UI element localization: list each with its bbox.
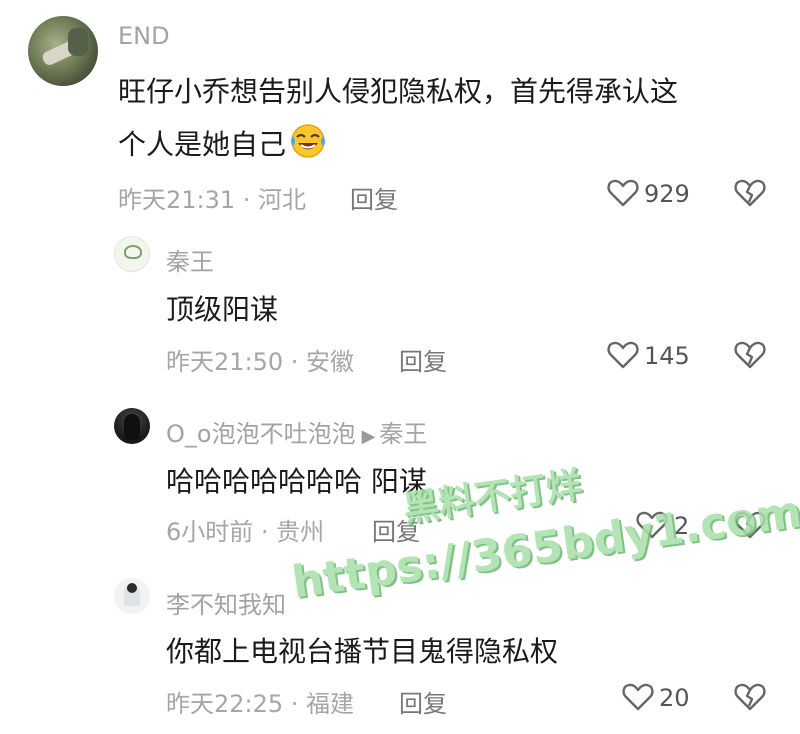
reply-button[interactable]: 回复 bbox=[399, 342, 447, 377]
watermark-url: https://365bdy1.com bbox=[288, 486, 800, 609]
broken-heart-icon[interactable] bbox=[734, 340, 766, 370]
comment-text-line: 个人是她自己 bbox=[118, 128, 287, 161]
broken-heart-icon[interactable] bbox=[734, 682, 766, 712]
like-count: 145 bbox=[644, 342, 690, 370]
reply-button[interactable]: 回复 bbox=[399, 684, 447, 719]
watermark-text: 黑料不打烊 bbox=[400, 464, 585, 531]
username[interactable]: 秦王 bbox=[166, 242, 214, 277]
heart-outline-icon[interactable] bbox=[607, 340, 639, 370]
broken-heart-icon[interactable] bbox=[734, 510, 766, 540]
heart-outline-icon[interactable] bbox=[607, 178, 639, 208]
comment-time-location: 6小时前 · 贵州 bbox=[166, 518, 325, 546]
reply-to-username[interactable]: 秦王 bbox=[379, 420, 427, 448]
laughing-crying-emoji-icon bbox=[291, 124, 326, 158]
avatar[interactable] bbox=[114, 236, 150, 272]
like-count: 929 bbox=[644, 180, 690, 208]
comment-time-location: 昨天21:31 · 河北 bbox=[118, 186, 307, 214]
comment-text: 哈哈哈哈哈哈哈 阳谋 bbox=[166, 465, 427, 498]
username[interactable]: END bbox=[118, 22, 170, 50]
comment-text: 旺仔小乔想告别人侵犯隐私权，首先得承认这 bbox=[118, 70, 678, 110]
reply-button[interactable]: 回复 bbox=[372, 512, 420, 547]
triangle-right-icon: ▶ bbox=[361, 426, 376, 447]
comment-text: 顶级阳谋 bbox=[166, 293, 279, 326]
username[interactable]: O_o泡泡不吐泡泡 bbox=[166, 420, 356, 448]
comment-time-location: 昨天21:50 · 安徽 bbox=[166, 348, 355, 376]
reply-button[interactable]: 回复 bbox=[350, 180, 398, 215]
comment-text: 个人是她自己 bbox=[118, 120, 328, 163]
like-count: 20 bbox=[659, 684, 690, 712]
username[interactable]: 李不知我知 bbox=[166, 585, 286, 620]
broken-heart-icon[interactable] bbox=[734, 178, 766, 208]
comment-text: 你都上电视台播节目鬼得隐私权 bbox=[166, 635, 559, 668]
avatar[interactable] bbox=[114, 578, 150, 614]
comment-time-location: 昨天22:25 · 福建 bbox=[166, 690, 355, 718]
heart-outline-icon[interactable] bbox=[636, 510, 668, 540]
heart-outline-icon[interactable] bbox=[622, 682, 654, 712]
comment-text-line: 旺仔小乔想告别人侵犯隐私权，首先得承认这 bbox=[118, 75, 679, 108]
avatar[interactable] bbox=[28, 16, 98, 86]
reply-header: O_o泡泡不吐泡泡 ▶ 秦王 bbox=[166, 414, 427, 449]
avatar[interactable] bbox=[114, 408, 150, 444]
like-count: 2 bbox=[674, 512, 690, 540]
